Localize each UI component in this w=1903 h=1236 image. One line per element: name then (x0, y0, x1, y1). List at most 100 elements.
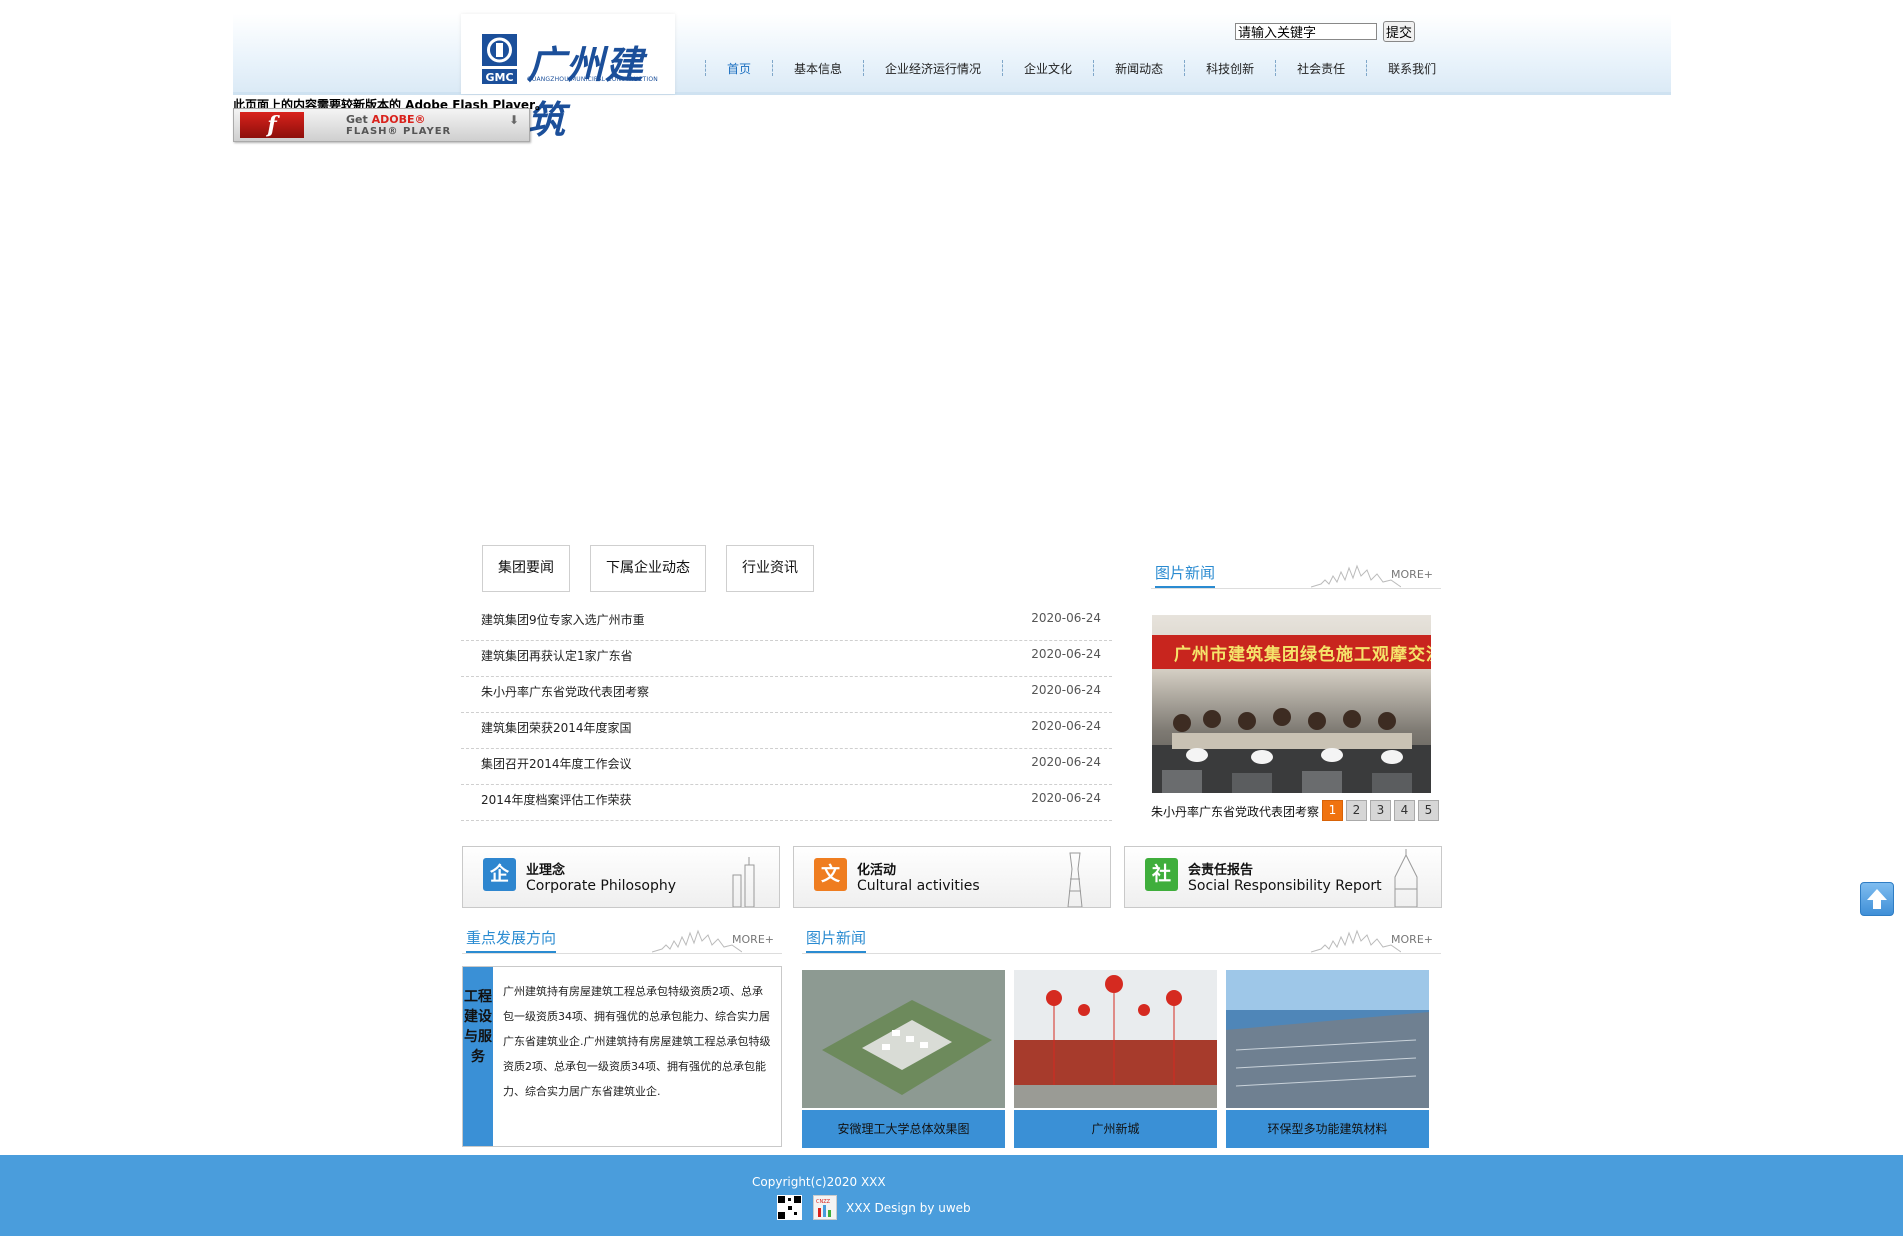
nav-item-economic-operation[interactable]: 企业经济运行情况 (864, 60, 1002, 77)
footer: Copyright(c)2020 XXX CNZZ XXX Design by … (0, 1155, 1903, 1236)
photo-tile-caption[interactable]: 环保型多功能建筑材料 (1226, 1110, 1429, 1148)
tab-subsidiary-news[interactable]: 下属企业动态 (590, 545, 706, 592)
focus-title: 重点发展方向 (466, 927, 557, 953)
feature-cn-label: 业理念 (526, 863, 566, 878)
feature-corporate-philosophy[interactable]: 企 业理念 Corporate Philosophy (462, 846, 780, 908)
photo-news-more-link[interactable]: MORE+ (1391, 568, 1433, 581)
news-title[interactable]: 集团召开2014年度工作会议 (481, 755, 632, 772)
logo-english-name: GUANGZHOU MUNICIPAL CONSTRUCTION (527, 76, 658, 83)
nav-item-home[interactable]: 首页 (706, 60, 772, 77)
feature-en-label: Cultural activities (857, 878, 980, 894)
svg-text:GMC: GMC (485, 71, 513, 84)
download-arrow-icon: ⬇ (508, 113, 519, 127)
nav-item-responsibility[interactable]: 社会责任 (1276, 60, 1366, 77)
pager-page-1[interactable]: 1 (1322, 800, 1343, 821)
news-row[interactable]: 建筑集团再获认定1家广东省 2020-06-24 (461, 641, 1112, 677)
news-date: 2020-06-24 (1031, 719, 1101, 733)
building-material-image (1226, 970, 1429, 1108)
news-date: 2020-06-24 (1031, 683, 1101, 697)
photo-tile[interactable]: 环保型多功能建筑材料 (1226, 970, 1429, 1150)
news-list: 建筑集团9位专家入选广州市重 2020-06-24 建筑集团再获认定1家广东省 … (461, 605, 1112, 821)
photo-pager: 1 2 3 4 5 (1322, 800, 1442, 821)
skyscraper-icon (1394, 849, 1418, 907)
back-to-top-button[interactable] (1860, 882, 1894, 916)
news-row[interactable]: 朱小丹率广东省党政代表团考察 2020-06-24 (461, 677, 1112, 713)
photo-tile[interactable]: 安微理工大学总体效果图 (802, 970, 1005, 1150)
news-row[interactable]: 建筑集团荣获2014年度家国 2020-06-24 (461, 713, 1112, 749)
feature-social-responsibility[interactable]: 社 会责任报告 Social Responsibility Report (1124, 846, 1442, 908)
guangzhou-new-city-image (1014, 970, 1217, 1108)
news-title[interactable]: 建筑集团再获认定1家广东省 (481, 647, 633, 664)
search-input[interactable] (1235, 23, 1377, 40)
svg-text:CNZZ: CNZZ (816, 1199, 831, 1205)
tower-icon (1067, 852, 1083, 907)
news-date: 2020-06-24 (1031, 611, 1101, 625)
tab-industry-news[interactable]: 行业资讯 (726, 545, 814, 592)
news-title[interactable]: 建筑集团荣获2014年度家国 (481, 719, 632, 736)
news-row[interactable]: 建筑集团9位专家入选广州市重 2020-06-24 (461, 605, 1112, 641)
skyline-decoration-icon (1311, 929, 1401, 953)
skyline-decoration-icon (652, 929, 742, 953)
feature-en-label: Corporate Philosophy (526, 878, 677, 894)
pager-page-3[interactable]: 3 (1370, 800, 1391, 821)
news-date: 2020-06-24 (1031, 791, 1101, 805)
news-title[interactable]: 2014年度档案评估工作荣获 (481, 791, 632, 808)
photo-tile-caption[interactable]: 安微理工大学总体效果图 (802, 1110, 1005, 1148)
site-logo[interactable]: GMC 广州建筑 GUANGZHOU MUNICIPAL CONSTRUCTIO… (461, 14, 675, 142)
focus-side-label: 工程建设与服务 (463, 967, 493, 1146)
social-responsibility-icon: 社 (1145, 858, 1178, 891)
feature-cn-label: 化活动 (857, 863, 897, 878)
focus-panel: 工程建设与服务 广州建筑持有房屋建筑工程总承包特级资质2项、总承包一级资质34项… (462, 966, 782, 1147)
nav-item-culture[interactable]: 企业文化 (1003, 60, 1093, 77)
skyline-decoration-icon (1311, 564, 1401, 588)
get-flash-player-button[interactable]: f Get ADOBE® FLASH® PLAYER ⬇ (233, 108, 530, 142)
feature-en-label: Social Responsibility Report (1188, 878, 1382, 894)
news-title[interactable]: 朱小丹率广东省党政代表团考察 (481, 683, 649, 700)
photo-news2-title: 图片新闻 (806, 927, 867, 953)
photo-tile-caption[interactable]: 广州新城 (1014, 1110, 1217, 1148)
focus-body-text: 广州建筑持有房屋建筑工程总承包特级资质2项、总承包一级资质34项、拥有强优的总承… (503, 985, 771, 1098)
flash-logo-icon: f (240, 112, 304, 138)
arrow-up-icon (1867, 889, 1887, 909)
flash-player-label: FLASH® PLAYER (346, 126, 452, 137)
gmc-emblem-icon: GMC (482, 34, 517, 84)
flash-get-label: Get ADOBE® (346, 113, 426, 126)
building-icon (732, 857, 755, 907)
pager-page-4[interactable]: 4 (1394, 800, 1415, 821)
search-submit-button[interactable]: 提交 (1383, 21, 1415, 42)
news-row[interactable]: 2014年度档案评估工作荣获 2020-06-24 (461, 785, 1112, 821)
campus-aerial-image (802, 970, 1005, 1108)
focus-more-link[interactable]: MORE+ (732, 933, 774, 946)
photo-news-title: 图片新闻 (1155, 562, 1216, 588)
news-row[interactable]: 集团召开2014年度工作会议 2020-06-24 (461, 749, 1112, 785)
news-date: 2020-06-24 (1031, 647, 1101, 661)
footer-copyright: Copyright(c)2020 XXX (752, 1175, 886, 1189)
feature-cultural-activities[interactable]: 文 化活动 Cultural activities (793, 846, 1111, 908)
news-title[interactable]: 建筑集团9位专家入选广州市重 (481, 611, 645, 628)
cnzz-stats-icon[interactable]: CNZZ (813, 1195, 837, 1220)
photo-banner: 广州市建筑集团绿色施工观摩交流会 (1152, 635, 1431, 669)
nav-item-basic-info[interactable]: 基本信息 (773, 60, 863, 77)
logo-chinese-name: 广州建筑 (527, 42, 645, 142)
bar-chart-icon: CNZZ (816, 1199, 831, 1217)
tab-group-news[interactable]: 集团要闻 (482, 545, 570, 592)
photo-news2-more-link[interactable]: MORE+ (1391, 933, 1433, 946)
news-date: 2020-06-24 (1031, 755, 1101, 769)
corporate-philosophy-icon: 企 (483, 858, 516, 891)
photo-news-caption[interactable]: 朱小丹率广东省党政代表团考察 (1151, 803, 1319, 820)
nav-item-news[interactable]: 新闻动态 (1094, 60, 1184, 77)
photo-tile[interactable]: 广州新城 (1014, 970, 1217, 1150)
meeting-scene-illustration (1152, 708, 1431, 793)
photo-news-header: 图片新闻 MORE+ (1151, 560, 1441, 589)
pager-page-2[interactable]: 2 (1346, 800, 1367, 821)
main-nav: 首页 基本信息 企业经济运行情况 企业文化 新闻动态 科技创新 社会责任 联系我… (705, 58, 1457, 78)
nav-item-contact[interactable]: 联系我们 (1367, 60, 1457, 77)
focus-header: 重点发展方向 MORE+ (462, 925, 782, 954)
footer-design-credit: XXX Design by uweb (846, 1201, 971, 1215)
photo-news2-header: 图片新闻 MORE+ (802, 925, 1441, 954)
qr-code-icon (777, 1195, 802, 1220)
pager-page-5[interactable]: 5 (1418, 800, 1439, 821)
nav-item-innovation[interactable]: 科技创新 (1185, 60, 1275, 77)
header-bar (233, 14, 1671, 95)
photo-news-image[interactable]: 广州市建筑集团绿色施工观摩交流会 (1152, 615, 1431, 793)
